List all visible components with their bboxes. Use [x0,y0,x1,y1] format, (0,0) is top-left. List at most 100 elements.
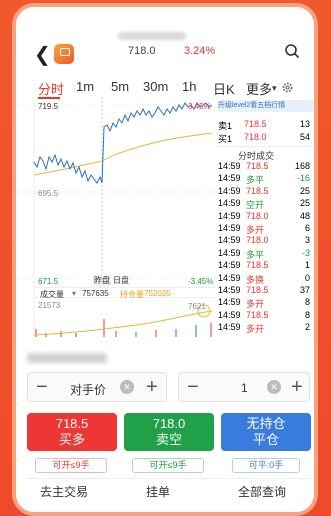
trade-panel: − 对手价 ✕ + − 1 ✕ + 718.5 买多 718.0 卖空 无持仓 … [16,339,314,512]
intraday-chart[interactable]: 719.5 3.45% 695.5 671.5 -3.45% 昨盘 日盘 成交量… [16,97,216,342]
trade-price: 多开 [246,299,265,310]
buy1-label: 买1 [218,134,233,144]
trade-price: 空开 [246,200,265,211]
trade-price: 多开 [246,225,265,235]
sell-label: 卖空 [155,432,182,447]
nav-all-queries[interactable]: 全部查询 [238,483,286,500]
sell-price: 718.0 [152,416,186,431]
trade-price: 718.5 [246,260,269,271]
trade-time: 14:59 [218,235,241,246]
gear-icon[interactable] [281,81,294,94]
trade-time: 14:59 [218,285,241,295]
buy-long-button[interactable]: 718.5 买多 [27,413,117,451]
buy1-qty: 54 [299,132,310,142]
volume-bars [35,319,212,337]
trade-row: 14:59 718.5 37 [216,285,314,297]
tab-more[interactable]: 更多 [246,79,272,98]
tab-5m[interactable]: 5m [111,79,129,94]
plus-icon[interactable]: + [291,376,303,399]
buy-label: 买多 [58,432,85,447]
sell-capacity: 可开≤9手 [132,458,204,473]
trade-qty: 37 [299,285,310,295]
trade-price: 718.5 [246,161,269,171]
sell1-row: 卖1 718.5 13 [216,119,314,131]
trade-time: 14:59 [218,173,241,184]
sell1-qty: 13 [299,119,310,129]
trade-time: 14:59 [218,322,241,333]
legend-yesterday: 昨盘 [93,275,111,286]
trade-qty: 25 [299,185,310,196]
plus-icon[interactable]: + [146,376,158,399]
vol-legend-bar: 成交量 ▾ 757635 持仓量 752035 [34,287,216,299]
header-change-pct: 3.24% [184,45,216,57]
tab-1m[interactable]: 1m [76,79,94,94]
back-icon[interactable]: ❮ [34,45,51,65]
trade-qty: 48 [299,210,310,221]
price-stepper[interactable]: − 对手价 ✕ + [27,372,167,402]
pct-low-label: -3.45% [188,277,214,286]
tab-timeshare[interactable]: 分时 [38,79,64,98]
trade-time: 14:59 [218,223,241,233]
trade-row: 14:59 718.5 168 [216,161,314,173]
tab-1h[interactable]: 1h [182,79,196,94]
trade-price: 718.0 [246,235,269,246]
vol-axis-label: 21573 [38,301,61,310]
close-label-2: 平仓 [252,432,279,447]
qty-value: 1 [241,381,248,395]
qty-stepper[interactable]: − 1 ✕ + [178,372,310,402]
nav-main-trade[interactable]: 去主交易 [40,483,88,500]
tab-30m[interactable]: 30m [143,79,168,94]
close-position-button[interactable]: 无持仓 平仓 [221,413,311,451]
trade-qty: 1 [304,260,310,271]
trade-qty: 6 [304,223,310,233]
sell1-label: 卖1 [218,121,233,131]
trade-row: 14:59 多换 0 [216,273,314,285]
minus-icon[interactable]: − [187,376,199,399]
legend-today: 日盘 [113,276,129,285]
trade-time: 14:59 [218,198,241,209]
trade-row: 14:59 多开 2 [216,322,314,334]
search-icon[interactable] [284,43,300,59]
trade-price: 718.0 [246,210,269,221]
buy-capacity: 可开≤9手 [35,458,107,473]
account-name-blurred [27,353,107,363]
price-mid-label: 695.5 [38,189,59,198]
trade-row: 14:59 718.0 3 [216,235,314,247]
trade-time: 14:59 [218,297,241,308]
level2-upgrade-banner[interactable]: 升级level2看五档行情 [218,100,314,112]
trade-row: 14:59 718.5 8 [216,310,314,322]
divider [27,478,314,479]
trade-time: 14:59 [218,272,241,283]
vol-right-label: 7621 [188,302,206,311]
clear-icon[interactable]: ✕ [267,380,281,394]
pct-high-label: 3.45% [188,102,211,111]
sell-short-button[interactable]: 718.0 卖空 [124,413,214,451]
trade-qty: -16 [296,173,310,184]
chevron-down-icon[interactable]: ▾ [72,289,76,298]
trade-price: 多平 [246,249,265,260]
sell1-price: 718.5 [244,119,267,129]
tab-daily-k[interactable]: 日K [213,79,235,98]
buy1-price: 718.0 [244,132,267,142]
trade-row: 14:59 多平 -16 [216,173,314,185]
minus-icon[interactable]: − [36,376,48,399]
clear-icon[interactable]: ✕ [120,380,134,394]
trade-row: 14:59 多开 6 [216,223,314,235]
trade-qty: -3 [301,247,310,258]
trade-qty: 168 [294,161,310,171]
buy1-row: 买1 718.0 54 [216,132,314,144]
app-logo-icon [54,44,74,64]
trade-price: 多平 [246,175,265,186]
trade-row: 14:59 718.5 25 [216,186,314,198]
trade-row: 14:59 718.5 1 [216,260,314,272]
trade-price: 多开 [246,324,265,335]
nav-pending-orders[interactable]: 挂单 [146,483,170,500]
chevron-down-icon[interactable]: ▾ [272,83,277,94]
trade-qty: 3 [304,235,310,246]
trade-row: 14:59 多开 8 [216,297,314,309]
trade-time: 14:59 [218,161,241,171]
trade-price: 718.5 [246,185,269,196]
close-label-1: 无持仓 [246,416,286,431]
header-price: 718.0 [128,45,156,57]
close-capacity: 可平:0手 [232,458,300,473]
